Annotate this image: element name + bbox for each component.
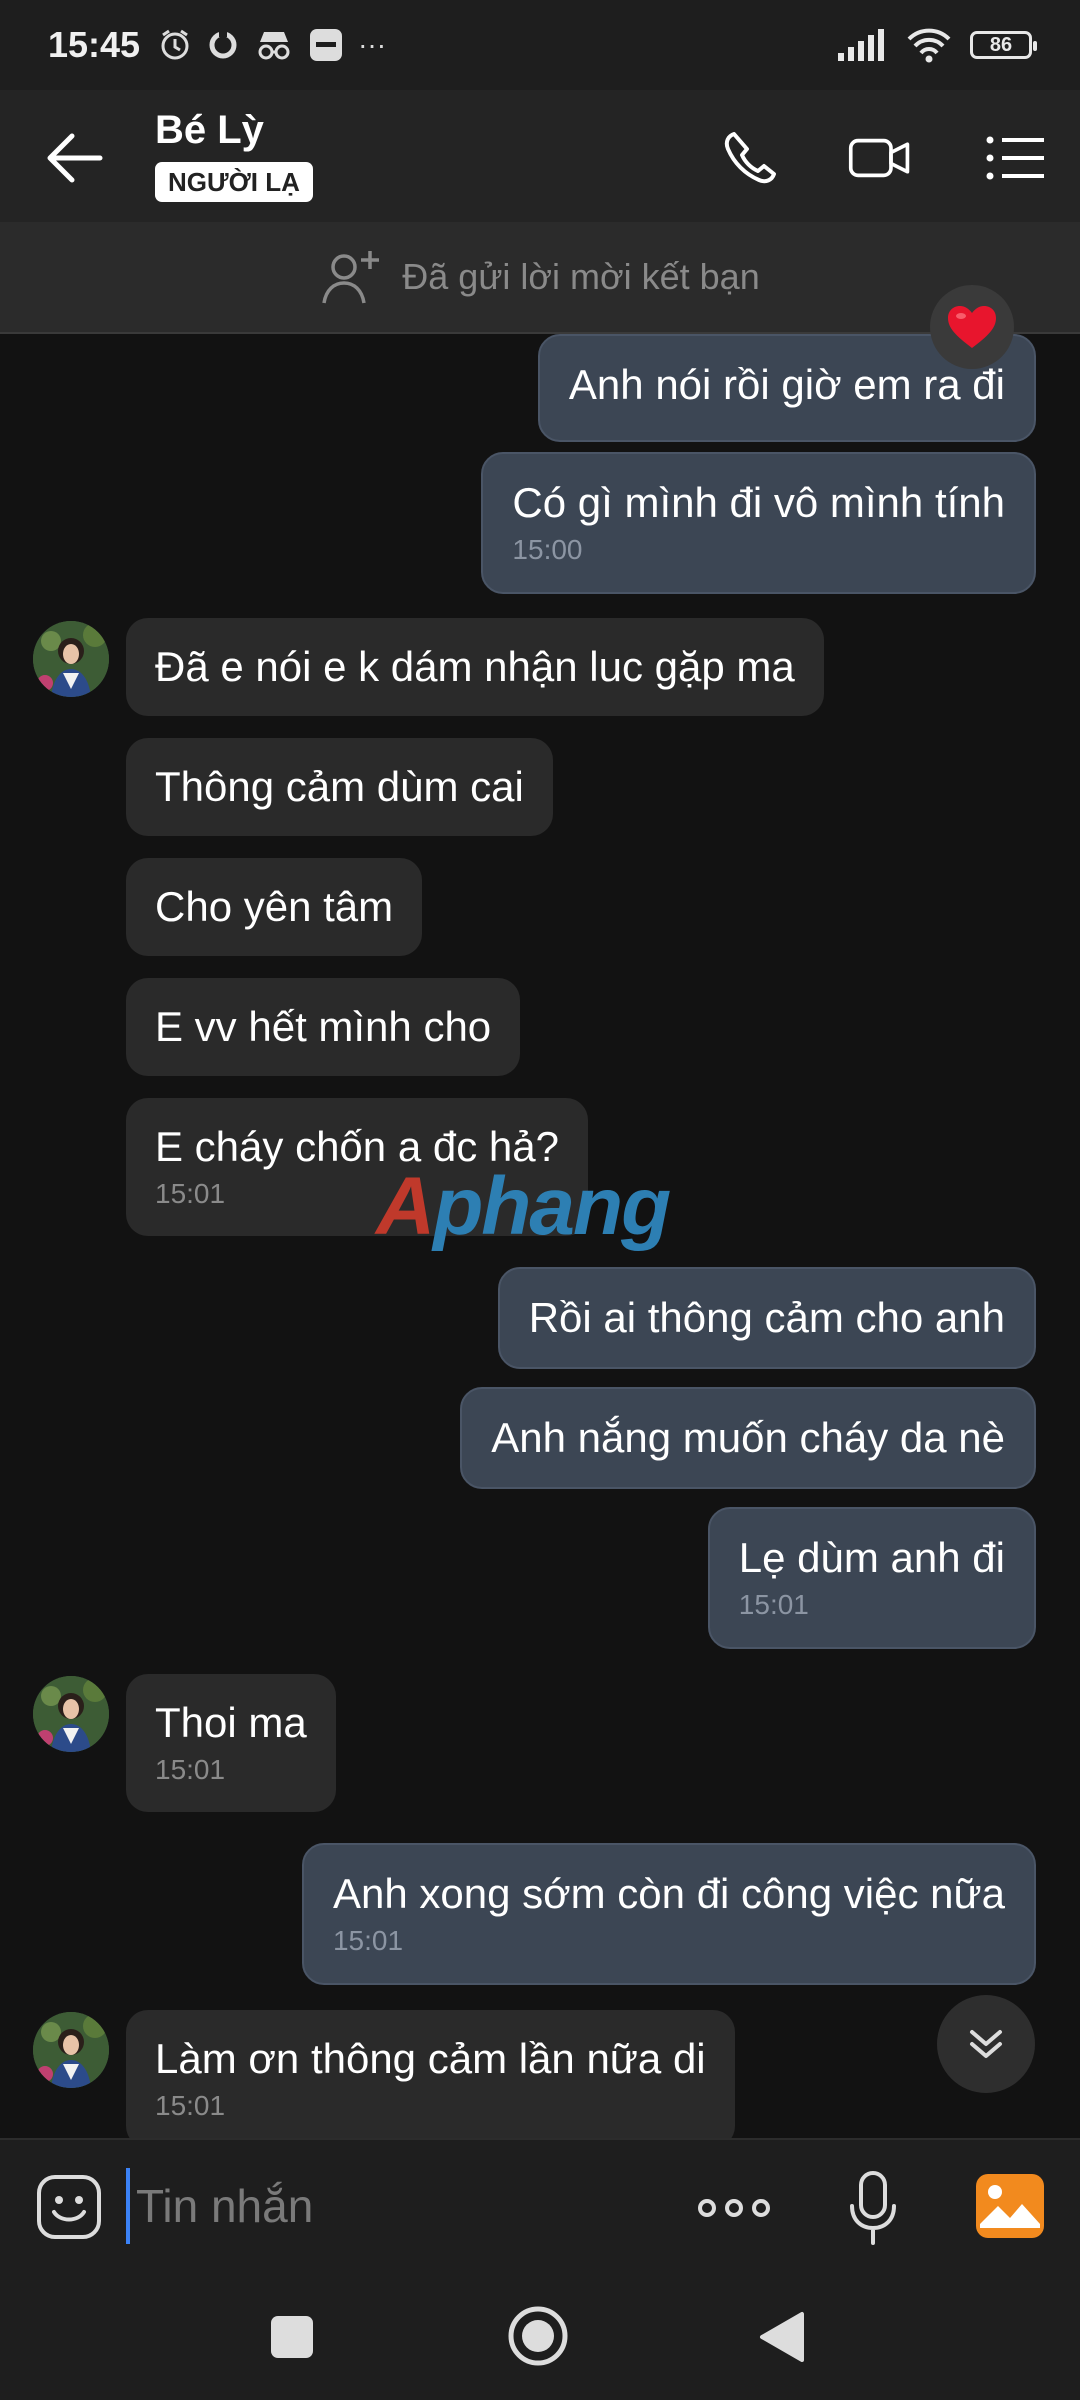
scroll-down-icon (970, 2030, 1002, 2058)
message-bubble-outgoing[interactable]: Lẹ dùm anh đi 15:01 (707, 1507, 1036, 1649)
status-notification-icons: ··· (158, 27, 386, 63)
heart-reaction-button[interactable] (930, 285, 1014, 369)
watermark-rest: phang (433, 1161, 671, 1252)
message-bubble-incoming[interactable]: Đã e nói e k dám nhận luc gặp ma (126, 618, 824, 716)
message-input[interactable] (126, 2168, 676, 2244)
message-text: Anh xong sớm còn đi công việc nữa (332, 1870, 1005, 1917)
message-bubble-outgoing[interactable]: Có gì mình đi vô mình tính 15:00 (481, 452, 1036, 594)
message-bubble-incoming[interactable]: E vv hết mình cho (126, 978, 521, 1076)
message-time: 15:01 (332, 1925, 404, 1956)
friend-request-banner: Đã gửi lời mời kết bạn (0, 222, 1080, 334)
message-text: E vv hết mình cho (155, 1003, 492, 1050)
chat-header: Bé Lỳ NGƯỜI LẠ (0, 90, 1080, 222)
message-time: 15:01 (738, 1589, 809, 1620)
contact-avatar[interactable] (33, 1676, 109, 1752)
nav-home-icon[interactable] (506, 2304, 570, 2368)
message-text: Làm ơn thông cảm lần nữa di (155, 2035, 706, 2082)
more-dots-icon[interactable] (697, 2188, 771, 2228)
emoji-icon[interactable] (36, 2174, 102, 2240)
message-text: Thông cảm dùm cai (155, 763, 524, 810)
battery-icon: 86 (970, 31, 1037, 59)
message-bubble-outgoing[interactable]: Anh nắng muốn cháy da nè (460, 1387, 1036, 1489)
contact-name[interactable]: Bé Lỳ (155, 108, 264, 153)
status-time: 15:45 (48, 24, 141, 65)
message-text: Đã e nói e k dám nhận luc gặp ma (155, 643, 795, 690)
message-text: Cho yên tâm (155, 883, 394, 930)
watermark-logo: Aphang (376, 1160, 671, 1254)
message-time: 15:01 (155, 1754, 226, 1785)
message-bubble-incoming[interactable]: Thông cảm dùm cai (126, 738, 553, 836)
wifi-icon (907, 28, 951, 63)
message-text: Thoi ma (155, 1699, 307, 1746)
friend-request-text: Đã gửi lời mời kết bạn (402, 256, 760, 297)
message-text: Lẹ dùm anh đi (738, 1534, 1005, 1581)
status-system-icons: 86 (838, 27, 1037, 63)
gallery-icon[interactable] (976, 2174, 1044, 2238)
add-friend-icon (322, 251, 380, 304)
message-time: 15:01 (155, 2090, 226, 2121)
sync-icon (209, 30, 237, 59)
message-time: 15:00 (512, 534, 583, 565)
nav-recents-icon[interactable] (263, 2308, 321, 2366)
signal-icon (838, 29, 884, 61)
message-bubble-incoming[interactable]: Cho yên tâm (126, 858, 423, 956)
back-arrow-icon[interactable] (44, 130, 104, 186)
more-notifications-icon: ··· (358, 29, 387, 60)
stranger-badge: NGƯỜI LẠ (155, 162, 313, 202)
message-input-bar (0, 2138, 1080, 2272)
microphone-icon[interactable] (848, 2170, 898, 2246)
heart-icon (948, 306, 996, 348)
message-text: Có gì mình đi vô mình tính (512, 479, 1005, 526)
menu-list-icon[interactable] (984, 128, 1048, 188)
status-bar: 15:45 ··· 86 (0, 0, 1080, 90)
system-navigation-bar (0, 2270, 1080, 2400)
contact-avatar[interactable] (33, 2012, 109, 2088)
message-text: Rồi ai thông cảm cho anh (528, 1294, 1005, 1341)
nav-back-icon[interactable] (754, 2308, 812, 2366)
alarm-icon (161, 29, 189, 60)
message-text: Anh nắng muốn cháy da nè (491, 1414, 1005, 1461)
scroll-down-button[interactable] (937, 1995, 1035, 2093)
message-bubble-outgoing[interactable]: Anh xong sớm còn đi công việc nữa 15:01 (301, 1843, 1036, 1985)
app-notification-icon (310, 29, 343, 61)
video-call-icon[interactable] (848, 128, 912, 188)
message-bubble-outgoing[interactable]: Rồi ai thông cảm cho anh (497, 1267, 1036, 1369)
message-text: Anh nói rồi giờ em ra đi (568, 361, 1005, 408)
message-bubble-incoming[interactable]: Thoi ma 15:01 (126, 1674, 336, 1812)
contact-avatar[interactable] (33, 621, 109, 697)
watermark-first: A (376, 1161, 435, 1252)
incognito-icon (258, 32, 290, 60)
message-bubble-incoming[interactable]: Làm ơn thông cảm lần nữa di 15:01 (126, 2010, 735, 2138)
phone-icon[interactable] (720, 128, 784, 188)
